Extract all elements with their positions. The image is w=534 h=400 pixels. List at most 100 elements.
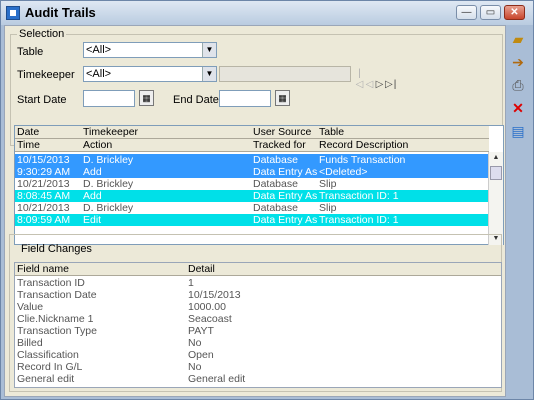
field-name: Clie.Nickname 1 [17, 313, 94, 325]
cell-tracked-for: Data Entry Assi [253, 214, 317, 226]
restore-button[interactable]: ▭ [480, 5, 501, 20]
cell-action: Edit [83, 214, 102, 226]
cell-record-description: Transaction ID: 1 [319, 190, 399, 202]
field-name: Transaction Date [17, 289, 97, 301]
column-header-tracked-for[interactable]: Tracked for [253, 139, 306, 151]
column-header-detail[interactable]: Detail [188, 263, 215, 275]
field-detail: Open [188, 349, 214, 361]
list-item[interactable]: Classification Open [15, 349, 501, 361]
cell-user-source: Database [253, 178, 298, 190]
start-date-input[interactable] [83, 90, 135, 107]
table-row[interactable]: 8:08:45 AM Add Data Entry Assi Transacti… [15, 190, 489, 202]
grid-header-row-2: Time Action Tracked for Record Descripti… [15, 139, 489, 152]
field-detail: 1000.00 [188, 301, 226, 313]
cell-date: 10/21/2013 [17, 202, 70, 214]
column-header-action[interactable]: Action [83, 139, 112, 151]
delete-icon[interactable]: ✕ [508, 98, 528, 118]
column-header-user-source[interactable]: User Source [253, 126, 311, 138]
field-changes-title: Field Changes [21, 243, 92, 255]
table-label: Table [17, 46, 44, 58]
timekeeper-name-field [219, 66, 351, 82]
title-bar: Audit Trails — ▭ ✕ [1, 1, 533, 25]
list-item[interactable]: General edit General edit [15, 373, 501, 385]
calendar-icon[interactable]: ▦ [139, 90, 154, 106]
next-record-icon[interactable]: ▷ [375, 79, 385, 90]
table-row[interactable]: 10/21/2013 D. Brickley Database Slip [15, 178, 489, 190]
cell-time: 8:09:59 AM [17, 214, 71, 226]
cell-user-source: Database [253, 154, 298, 166]
table-row[interactable]: 10/21/2013 D. Brickley Database Slip [15, 202, 489, 214]
field-detail: 1 [188, 277, 194, 289]
start-date-label: Start Date [17, 94, 67, 106]
export-icon[interactable]: ➔ [508, 52, 528, 72]
audit-grid[interactable]: Date Timekeeper User Source Table Time A… [14, 125, 504, 245]
close-button[interactable]: ✕ [504, 5, 525, 20]
previous-record-icon[interactable]: ◁ [365, 79, 375, 90]
table-row[interactable]: 10/15/2013 D. Brickley Database Funds Tr… [15, 154, 489, 166]
cell-record-description: <Deleted> [319, 166, 368, 178]
folder-open-icon[interactable]: ▰ [508, 29, 528, 49]
cell-date: 10/21/2013 [17, 178, 70, 190]
table-row[interactable]: 9:30:29 AM Add Data Entry Assi <Deleted> [15, 166, 489, 178]
end-date-input[interactable] [219, 90, 271, 107]
timekeeper-label: Timekeeper [17, 69, 75, 81]
list-item[interactable]: Value 1000.00 [15, 301, 501, 313]
print-icon[interactable]: ⎙ [508, 75, 528, 95]
cell-table: Funds Transaction [319, 154, 406, 166]
field-detail: General edit [188, 373, 246, 385]
field-name: Transaction ID [17, 277, 85, 289]
list-item[interactable]: Billed No [15, 337, 501, 349]
cell-timekeeper: D. Brickley [83, 202, 134, 214]
column-header-table[interactable]: Table [319, 126, 344, 138]
field-changes-grid[interactable]: Field name Detail Transaction ID 1 Transa… [14, 262, 502, 388]
window-title: Audit Trails [25, 5, 96, 20]
table-select-value: <All> [86, 44, 112, 56]
audit-trails-window: Audit Trails — ▭ ✕ Selection Table <All>… [0, 0, 534, 400]
timekeeper-select[interactable]: <All> ▼ [83, 66, 217, 82]
scroll-up-icon[interactable]: ▲ [489, 152, 503, 164]
cell-time: 9:30:29 AM [17, 166, 71, 178]
cell-time: 8:08:45 AM [17, 190, 71, 202]
timekeeper-select-value: <All> [86, 68, 112, 80]
table-row[interactable]: 8:09:59 AM Edit Data Entry Assi Transact… [15, 214, 489, 226]
cell-tracked-for: Data Entry Assi [253, 166, 317, 178]
field-detail: PAYT [188, 325, 214, 337]
report-icon[interactable]: ▤ [508, 121, 528, 141]
grid-header-row-1: Date Timekeeper User Source Table [15, 126, 489, 139]
minimize-button[interactable]: — [456, 5, 477, 20]
cell-table: Slip [319, 202, 337, 214]
field-name: Transaction Type [17, 325, 97, 337]
column-header-record-description[interactable]: Record Description [319, 139, 408, 151]
table-select[interactable]: <All> ▼ [83, 42, 217, 58]
selection-legend: Selection [19, 28, 65, 40]
grid-scrollbar[interactable]: ▲ ▼ [488, 152, 503, 245]
end-date-label: End Date [173, 94, 219, 106]
last-record-icon[interactable]: ▷| [385, 79, 396, 90]
calendar-icon[interactable]: ▦ [275, 90, 290, 106]
list-item[interactable]: Clie.Nickname 1 Seacoast [15, 313, 501, 325]
field-detail: Seacoast [188, 313, 232, 325]
chevron-down-icon[interactable]: ▼ [202, 43, 216, 57]
field-detail: 10/15/2013 [188, 289, 241, 301]
list-item[interactable]: Transaction Date 10/15/2013 [15, 289, 501, 301]
column-header-timekeeper[interactable]: Timekeeper [83, 126, 138, 138]
field-detail: No [188, 361, 202, 373]
list-item[interactable]: Transaction Type PAYT [15, 325, 501, 337]
first-record-icon[interactable]: |◁ [355, 68, 365, 90]
cell-timekeeper: D. Brickley [83, 178, 134, 190]
column-header-field-name[interactable]: Field name [17, 263, 69, 275]
cell-user-source: Database [253, 202, 298, 214]
scroll-thumb[interactable] [490, 166, 502, 180]
record-navigator: |◁◁▷▷| [355, 68, 397, 90]
list-item[interactable]: Record In G/L No [15, 361, 501, 373]
cell-date: 10/15/2013 [17, 154, 70, 166]
cell-action: Add [83, 166, 102, 178]
cell-record-description: Transaction ID: 1 [319, 214, 399, 226]
field-name: Billed [17, 337, 43, 349]
column-header-date[interactable]: Date [17, 126, 39, 138]
list-item[interactable]: Transaction ID 1 [15, 277, 501, 289]
column-header-time[interactable]: Time [17, 139, 40, 151]
app-icon [6, 6, 20, 20]
cell-tracked-for: Data Entry Assi [253, 190, 317, 202]
chevron-down-icon[interactable]: ▼ [202, 67, 216, 81]
